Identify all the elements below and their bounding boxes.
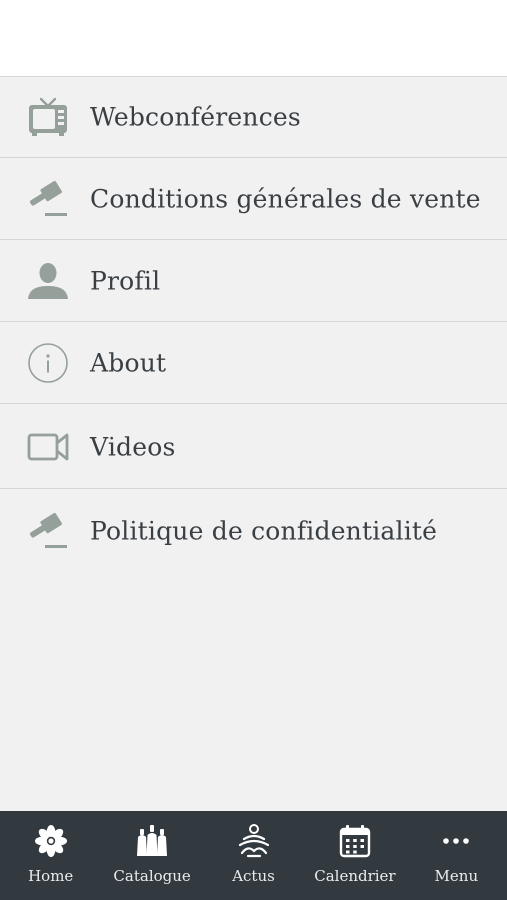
info-icon	[26, 341, 70, 385]
tab-menu[interactable]: Menu	[406, 811, 507, 900]
meditation-icon	[236, 823, 272, 859]
tab-calendrier[interactable]: Calendrier	[304, 811, 405, 900]
tab-label: Menu	[434, 867, 479, 885]
video-camera-icon	[26, 425, 70, 469]
menu-item-politique-confidentialite[interactable]: Politique de confidentialité	[0, 490, 507, 571]
menu-item-webconferences[interactable]: Webconférences	[0, 77, 507, 158]
tab-actus[interactable]: Actus	[203, 811, 304, 900]
menu-item-label: Profil	[90, 266, 161, 296]
flower-icon	[33, 823, 69, 859]
gavel-icon	[26, 509, 70, 553]
menu-item-label: Webconférences	[90, 102, 301, 132]
tv-icon	[26, 95, 70, 139]
tab-home[interactable]: Home	[0, 811, 101, 900]
calendar-icon	[337, 823, 373, 859]
menu-list: Webconférences Conditions générales de v…	[0, 77, 507, 811]
menu-item-profil[interactable]: Profil	[0, 241, 507, 322]
tab-label: Catalogue	[113, 867, 191, 885]
tab-catalogue[interactable]: Catalogue	[101, 811, 202, 900]
tab-label: Calendrier	[314, 867, 396, 885]
gavel-icon	[26, 177, 70, 221]
menu-item-label: Politique de confidentialité	[90, 516, 438, 545]
tab-label: Home	[28, 867, 74, 885]
user-icon	[26, 259, 70, 303]
menu-item-label: About	[90, 348, 167, 378]
menu-item-about[interactable]: About	[0, 323, 507, 404]
tab-bar: Home Catalogue Actus Calendrier Menu	[0, 811, 507, 900]
menu-item-label: Videos	[90, 432, 176, 461]
menu-item-label: Conditions générales de vente	[90, 184, 481, 214]
tab-label: Actus	[232, 867, 275, 885]
top-bar	[0, 0, 507, 77]
bottles-icon	[134, 823, 170, 859]
more-icon	[438, 823, 474, 859]
menu-item-conditions-generales[interactable]: Conditions générales de vente	[0, 159, 507, 240]
menu-item-videos[interactable]: Videos	[0, 405, 507, 489]
